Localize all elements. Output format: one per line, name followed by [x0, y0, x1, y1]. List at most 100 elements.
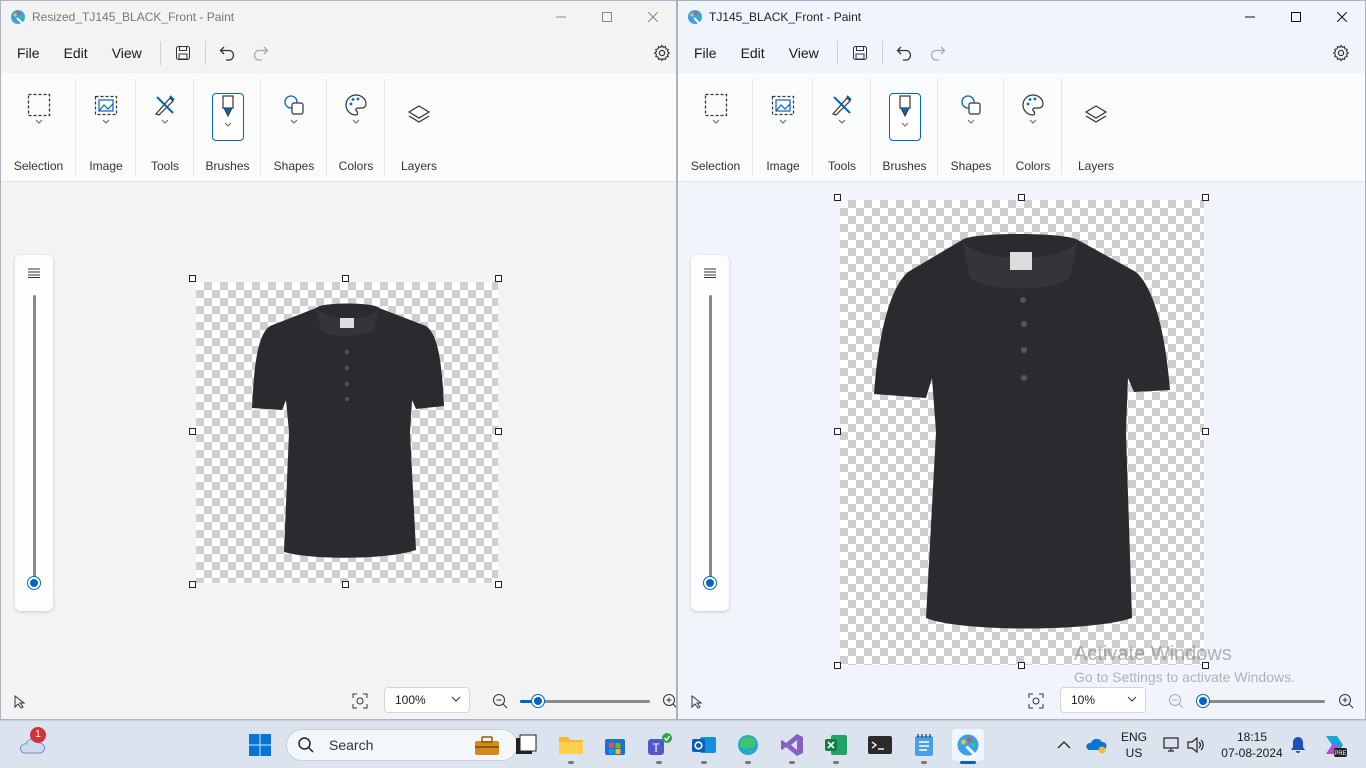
shirt-image	[874, 234, 1170, 629]
title-bar[interactable]: Resized_TJ145_BLACK_Front - Paint	[1, 1, 676, 32]
layers-group[interactable]: Layers	[385, 73, 453, 181]
brush-size-thumb[interactable]	[28, 577, 40, 589]
redo-icon	[930, 46, 946, 61]
layers-group[interactable]: Layers	[1062, 73, 1130, 181]
terminal-app[interactable]	[864, 729, 896, 761]
chevron-down-icon	[352, 119, 360, 124]
resize-handle[interactable]	[1018, 662, 1025, 669]
image-group[interactable]: Image	[753, 73, 813, 181]
resize-handle[interactable]	[1202, 428, 1209, 435]
menu-separator	[159, 41, 161, 65]
resize-handle[interactable]	[189, 581, 196, 588]
image-canvas[interactable]	[840, 200, 1204, 665]
menu-edit[interactable]: Edit	[729, 37, 777, 69]
paint-window-original: TJ145_BLACK_Front - Paint File Edit View…	[677, 0, 1366, 720]
show-hidden-icons-button[interactable]	[1048, 729, 1080, 761]
zoom-in-button[interactable]	[1337, 692, 1355, 710]
maximize-icon	[1291, 11, 1301, 22]
minimize-button[interactable]	[538, 1, 584, 32]
outlook-app[interactable]	[688, 729, 720, 764]
resize-handle[interactable]	[1202, 194, 1209, 201]
notifications-button[interactable]	[1282, 729, 1314, 761]
resize-handle[interactable]	[342, 581, 349, 588]
zoom-slider-track[interactable]	[1203, 700, 1325, 703]
file-explorer-app[interactable]	[555, 729, 587, 764]
zoom-in-button[interactable]	[661, 692, 676, 710]
selection-group[interactable]: Selection	[1, 73, 76, 181]
tools-group[interactable]: Tools	[136, 73, 194, 181]
save-button[interactable]	[167, 39, 199, 67]
image-group[interactable]: Image	[76, 73, 136, 181]
resize-handle[interactable]	[342, 275, 349, 282]
zoom-slider-thumb[interactable]	[532, 695, 545, 707]
paint-app-icon	[688, 9, 702, 25]
resize-handle[interactable]	[834, 428, 841, 435]
brushes-group[interactable]: Brushes	[871, 73, 938, 181]
tools-group[interactable]: Tools	[813, 73, 871, 181]
resize-handle[interactable]	[189, 428, 196, 435]
selection-group[interactable]: Selection	[678, 73, 753, 181]
volume-tray[interactable]	[1180, 729, 1212, 761]
minimize-button[interactable]	[1227, 1, 1273, 32]
brush-size-thumb[interactable]	[704, 577, 716, 589]
image-canvas[interactable]	[196, 282, 498, 583]
brush-size-track[interactable]	[709, 295, 712, 585]
copilot-button[interactable]: PRE	[1318, 729, 1350, 761]
excel-app[interactable]	[820, 729, 852, 764]
shapes-group[interactable]: Shapes	[261, 73, 327, 181]
paint-app[interactable]	[952, 729, 984, 764]
save-button[interactable]	[844, 39, 876, 67]
resize-handle[interactable]	[834, 662, 841, 669]
settings-button[interactable]	[1329, 41, 1353, 65]
canvas-area[interactable]: Activate Windows Go to Settings to activ…	[678, 183, 1365, 685]
visual-studio-app[interactable]	[776, 729, 808, 764]
start-button[interactable]	[244, 729, 276, 761]
resize-handle[interactable]	[189, 275, 196, 282]
colors-group[interactable]: Colors	[1004, 73, 1062, 181]
task-view-button[interactable]	[510, 729, 542, 761]
notepad-app[interactable]	[908, 729, 940, 764]
fit-screen-icon	[1028, 693, 1044, 709]
menu-edit[interactable]: Edit	[52, 37, 100, 69]
close-button[interactable]	[1319, 1, 1365, 32]
fit-to-window-button[interactable]	[351, 692, 369, 710]
menu-view[interactable]: View	[100, 37, 154, 69]
menu-view[interactable]: View	[777, 37, 831, 69]
undo-button[interactable]	[212, 39, 244, 67]
zoom-slider-thumb[interactable]	[1197, 695, 1209, 707]
maximize-button[interactable]	[1273, 1, 1319, 32]
resize-handle[interactable]	[495, 581, 502, 588]
zoom-out-button[interactable]	[491, 692, 509, 710]
maximize-button[interactable]	[584, 1, 630, 32]
microsoft-store-app[interactable]	[599, 729, 631, 761]
menu-file[interactable]: File	[682, 37, 729, 69]
redo-button[interactable]	[921, 39, 953, 67]
teams-app[interactable]: T	[643, 729, 675, 764]
resize-handle[interactable]	[495, 275, 502, 282]
weather-widget[interactable]: 1	[16, 727, 48, 761]
taskbar-search[interactable]: Search	[286, 729, 518, 761]
colors-group[interactable]: Colors	[327, 73, 385, 181]
onedrive-tray[interactable]	[1080, 729, 1112, 761]
zoom-out-button[interactable]	[1167, 692, 1185, 710]
resize-handle[interactable]	[1018, 194, 1025, 201]
shapes-group[interactable]: Shapes	[938, 73, 1004, 181]
title-bar[interactable]: TJ145_BLACK_Front - Paint	[678, 1, 1365, 32]
resize-handle[interactable]	[834, 194, 841, 201]
close-button[interactable]	[630, 1, 676, 32]
canvas-area[interactable]	[1, 183, 676, 681]
fit-to-window-button[interactable]	[1027, 692, 1045, 710]
redo-button[interactable]	[244, 39, 276, 67]
clock[interactable]: 18:15 07-08-2024	[1212, 729, 1292, 761]
resize-handle[interactable]	[495, 428, 502, 435]
brushes-group[interactable]: Brushes	[194, 73, 261, 181]
zoom-dropdown[interactable]: 100%	[384, 687, 470, 713]
undo-button[interactable]	[889, 39, 921, 67]
menu-file[interactable]: File	[5, 37, 52, 69]
chevron-down-icon	[102, 119, 110, 124]
brush-size-track[interactable]	[33, 295, 36, 585]
language-indicator[interactable]: ENG US	[1114, 729, 1154, 761]
zoom-dropdown[interactable]: 10%	[1060, 687, 1146, 713]
edge-app[interactable]	[732, 729, 764, 764]
settings-button[interactable]	[650, 41, 674, 65]
